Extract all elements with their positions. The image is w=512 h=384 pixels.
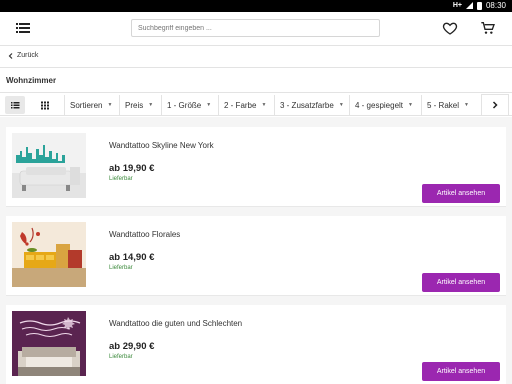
search-input[interactable] [131,19,380,37]
filter-zusatzfarbe[interactable]: 3 - Zusatzfarbe ▼ [274,95,349,115]
page-title: Wohnzimmer [6,76,57,85]
product-name[interactable]: Wandtattoo Skyline New York [109,141,214,150]
grid-view-icon [41,101,49,110]
grid-view-button[interactable] [35,96,55,114]
filter-label: 2 - Farbe [224,100,257,110]
chevron-down-icon: ▼ [206,102,212,108]
product-list: Wandtattoo Skyline New York ab 19,90 € L… [0,117,512,384]
chevron-down-icon: ▼ [464,102,469,108]
product-price: ab 14,90 € [109,252,155,263]
status-bar: H+ 08:30 [0,0,512,12]
divider [0,67,512,68]
filter-groesse[interactable]: 1 - Größe ▼ [161,95,216,115]
filter-label: Sortieren [70,100,103,110]
chevron-down-icon: ▼ [338,102,344,108]
product-image[interactable] [12,133,86,198]
filter-label: 3 - Zusatzfarbe [280,100,334,110]
chevron-right-icon [492,101,498,109]
back-label: Zurück [17,52,39,59]
cart-icon[interactable] [480,20,496,36]
filter-scroll-next-button[interactable] [481,94,509,116]
view-product-button[interactable]: Artikel ansehen [422,362,500,381]
battery-icon [476,1,482,10]
view-product-button[interactable]: Artikel ansehen [422,184,500,203]
filter-label: 1 - Größe [167,100,202,110]
product-image[interactable] [12,222,86,287]
app-bar [0,12,512,46]
chevron-down-icon: ▼ [107,102,113,108]
product-name[interactable]: Wandtattoo Florales [109,230,180,239]
filter-sortieren[interactable]: Sortieren ▼ [64,95,117,115]
chevron-down-icon: ▼ [148,102,154,108]
product-availability: Lieferbar [109,176,133,182]
filter-label: Preis [125,100,144,110]
chevron-down-icon: ▼ [408,102,413,108]
product-card[interactable]: Wandtattoo Skyline New York ab 19,90 € L… [6,127,506,207]
filter-rakel[interactable]: 5 - Rakel ▼ [421,95,474,115]
clock: 08:30 [485,1,506,10]
product-availability: Lieferbar [109,354,133,360]
list-view-icon [11,102,20,109]
chevron-down-icon: ▼ [261,102,267,108]
chevron-left-icon [8,52,13,59]
filter-label: 5 - Rakel [427,100,460,110]
list-view-button[interactable] [5,96,25,114]
filter-farbe[interactable]: 2 - Farbe ▼ [218,95,271,115]
signal-icon [465,2,473,9]
product-price: ab 29,90 € [109,341,155,352]
filter-gespiegelt[interactable]: 4 - gespiegelt ▼ [349,95,418,115]
heart-icon[interactable] [442,20,458,36]
menu-icon[interactable] [16,23,30,34]
product-card[interactable]: Wandtattoo Florales ab 14,90 € Lieferbar… [6,216,506,296]
product-price: ab 19,90 € [109,163,155,174]
view-product-button[interactable]: Artikel ansehen [422,273,500,292]
filter-preis[interactable]: Preis ▼ [119,95,158,115]
product-card[interactable]: Wandtattoo die guten und Schlechten ab 2… [6,305,506,384]
product-image[interactable] [12,311,86,376]
filter-label: 4 - gespiegelt [355,100,404,110]
status-right: H+ 08:30 [453,1,506,10]
network-type: H+ [452,2,462,9]
back-link[interactable]: Zurück [8,52,38,59]
product-name[interactable]: Wandtattoo die guten und Schlechten [109,319,242,328]
filter-bar: Sortieren ▼ Preis ▼ 1 - Größe ▼ 2 - Farbe ▼ … [0,92,512,116]
product-availability: Lieferbar [109,265,133,271]
